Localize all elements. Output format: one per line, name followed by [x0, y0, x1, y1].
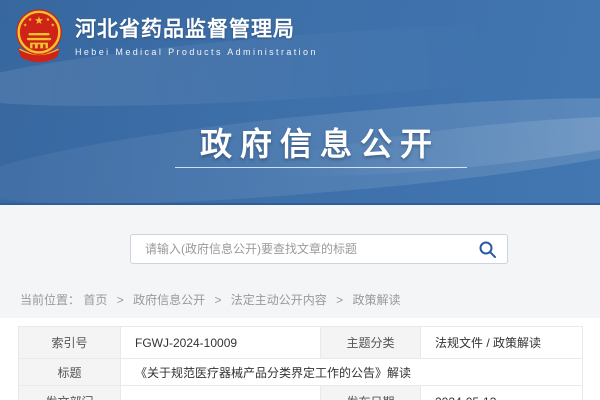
index-number-value: FGWJ-2024-10009 — [121, 327, 321, 359]
svg-text:★: ★ — [46, 17, 51, 23]
table-row: 发文部门 发布日期 2024-05-13 — [19, 386, 583, 400]
subject-category-value: 法规文件 / 政策解读 — [421, 327, 583, 359]
breadcrumb-separator: > — [336, 293, 343, 307]
svg-text:★: ★ — [34, 15, 43, 27]
publish-date-value: 2024-05-13 — [421, 386, 583, 400]
breadcrumb-statutory-content[interactable]: 法定主动公开内容 — [231, 293, 327, 307]
hero-banner: ★ ★ ★ ★ ★ 河北省药品监督管理局 Hebei Medical Produ… — [0, 0, 600, 205]
issuing-department-label: 发文部门 — [19, 386, 121, 400]
publish-date-label: 发布日期 — [321, 386, 421, 400]
page-title: 政府信息公开 — [40, 119, 600, 165]
search-button[interactable] — [476, 238, 499, 261]
page: ★ ★ ★ ★ ★ 河北省药品监督管理局 Hebei Medical Produ… — [0, 0, 600, 400]
svg-text:★: ★ — [51, 22, 56, 28]
table-row: 索引号 FGWJ-2024-10009 主题分类 法规文件 / 政策解读 — [19, 327, 583, 359]
site-name-english: Hebei Medical Products Administration — [75, 47, 318, 57]
site-name-chinese: 河北省药品监督管理局 — [75, 17, 318, 43]
issuing-department-value — [121, 386, 321, 400]
breadcrumb-prefix: 当前位置： — [20, 293, 80, 307]
svg-text:★: ★ — [23, 22, 28, 28]
breadcrumb-current-policy-interpretation: 政策解读 — [353, 293, 401, 307]
breadcrumb: 当前位置： 首页 > 政府信息公开 > 法定主动公开内容 > 政策解读 — [20, 291, 401, 308]
search-icon — [478, 240, 497, 259]
title-label: 标题 — [19, 359, 121, 386]
breadcrumb-separator: > — [214, 293, 221, 307]
table-row: 标题 《关于规范医疗器械产品分类界定工作的公告》解读 — [19, 359, 583, 386]
site-name: 河北省药品监督管理局 Hebei Medical Products Admini… — [75, 17, 318, 57]
svg-text:★: ★ — [28, 17, 33, 23]
subject-category-label: 主题分类 — [321, 327, 421, 359]
banner-underline — [175, 167, 467, 168]
search-box — [130, 234, 508, 264]
breadcrumb-home[interactable]: 首页 — [83, 293, 107, 307]
national-emblem-icon: ★ ★ ★ ★ ★ — [13, 8, 65, 66]
breadcrumb-separator: > — [117, 293, 124, 307]
title-value: 《关于规范医疗器械产品分类界定工作的公告》解读 — [121, 359, 583, 386]
index-number-label: 索引号 — [19, 327, 121, 359]
search-input[interactable] — [143, 241, 476, 257]
document-info-table: 索引号 FGWJ-2024-10009 主题分类 法规文件 / 政策解读 标题 … — [18, 326, 583, 400]
site-logo[interactable]: ★ ★ ★ ★ ★ 河北省药品监督管理局 Hebei Medical Produ… — [13, 8, 318, 66]
breadcrumb-info-disclosure[interactable]: 政府信息公开 — [133, 293, 205, 307]
